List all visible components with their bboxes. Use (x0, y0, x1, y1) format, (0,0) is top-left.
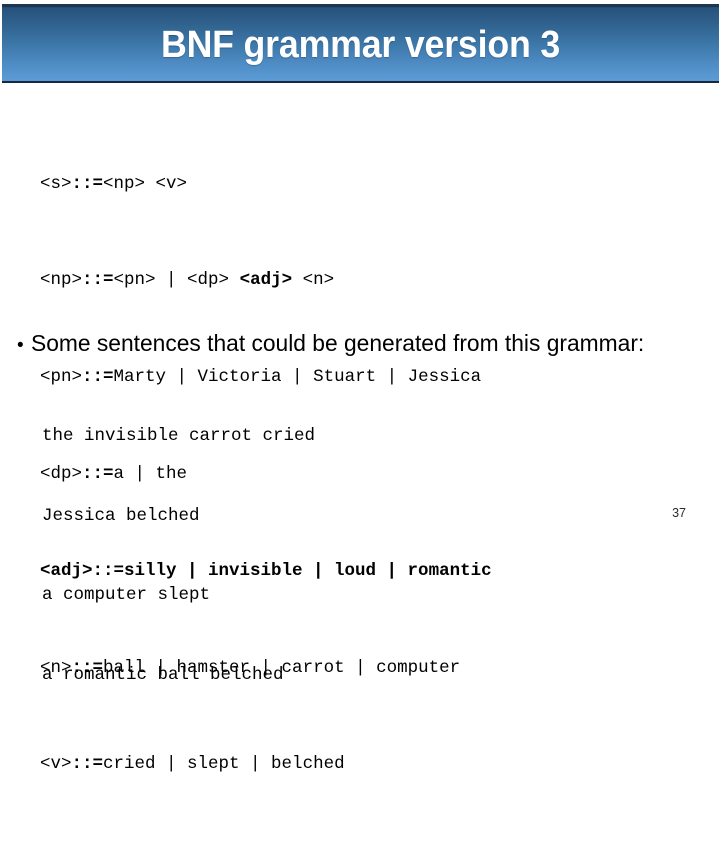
slide-canvas: BNF grammar version 3 <s>::=<np> <v> <np… (0, 0, 720, 774)
grammar-rule-v-operator: ::= (71, 754, 104, 775)
example-sentence: a romantic ball belched (42, 664, 284, 685)
example-sentences-block: the invisible carrot cried Jessica belch… (42, 370, 682, 741)
example-sentence: a computer slept (42, 585, 211, 605)
example-sentence: Jessica belched (42, 505, 200, 526)
grammar-rule-np-operator: ::= (82, 270, 114, 291)
title-banner: BNF grammar version 3 (2, 4, 719, 83)
banner-top-rule (2, 4, 719, 7)
grammar-rule-s-lhs: <s> (40, 173, 72, 194)
page-number: 37 (672, 506, 686, 520)
bullet-item-label: Some sentences that could be generated f… (30, 330, 644, 356)
grammar-rule-v-lhs: <v> (40, 754, 72, 775)
grammar-rule-np-rhs-last: <n> (292, 270, 335, 291)
grammar-rule-v-rhs: cried | slept | belched (103, 754, 345, 775)
example-sentence: the invisible carrot cried (42, 426, 316, 446)
grammar-rule-np-rhs-adj: <adj> (239, 270, 293, 291)
banner-bottom-rule (2, 81, 719, 83)
grammar-rule-np-rhs-first: <pn> | <dp> (113, 270, 240, 291)
grammar-rule-v: <v>::=cried | slept | belched (40, 752, 680, 776)
grammar-rule-s-rhs: <np> <v> (103, 173, 188, 194)
grammar-rule-np: <np>::=<pn> | <dp> <adj> <n> (40, 268, 680, 292)
bullet-marker-icon: • (17, 335, 24, 356)
page-title: BNF grammar version 3 (160, 24, 561, 66)
grammar-rule-s-operator: ::= (71, 173, 104, 194)
grammar-rule-np-lhs: <np> (40, 270, 83, 291)
bullet-item: • Some sentences that could be generated… (17, 328, 707, 361)
grammar-rule-s: <s>::=<np> <v> (40, 172, 680, 196)
